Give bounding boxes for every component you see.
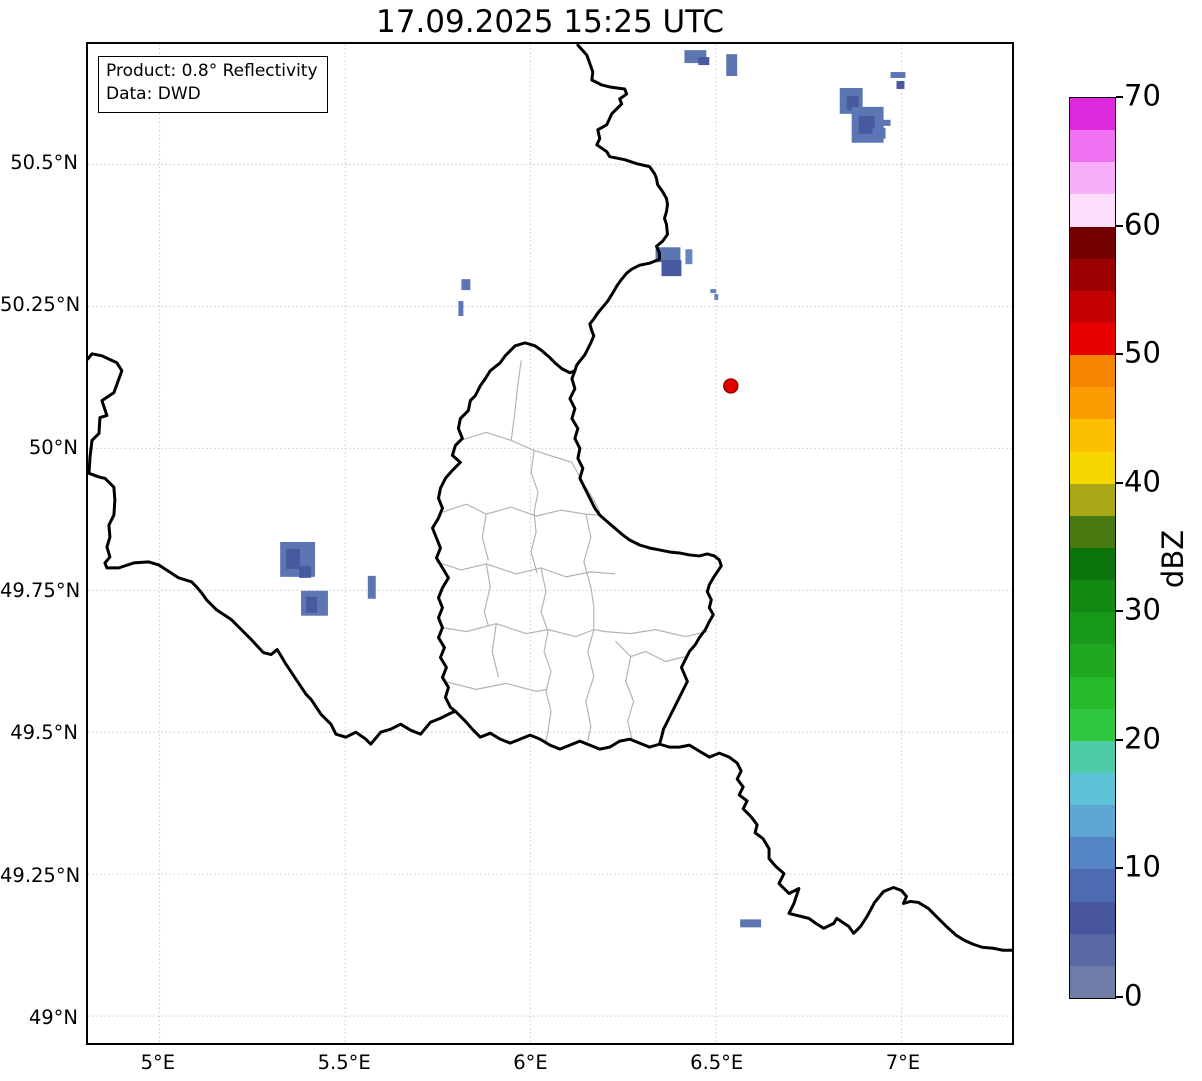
- colorbar-segment: [1070, 161, 1115, 195]
- colorbar-tick-mark: [1116, 481, 1123, 484]
- colorbar-segment: [1070, 547, 1115, 581]
- border-belgium-france: [88, 352, 457, 746]
- colorbar-segment: [1070, 193, 1115, 227]
- radar-echo: [740, 919, 762, 928]
- colorbar-tick-mark: [1116, 738, 1123, 741]
- radar-echo: [367, 575, 376, 599]
- graticule-gridlines: [88, 44, 1012, 1043]
- colorbar-segment: [1070, 483, 1115, 516]
- map-canvas: [88, 44, 1012, 1043]
- radar-echo-layer: [280, 50, 906, 928]
- ytick-label: 50.25°N: [0, 293, 81, 317]
- xtick-label: 5°E: [140, 1051, 176, 1074]
- colorbar-tick-mark: [1116, 996, 1123, 998]
- colorbar-segment: [1070, 129, 1115, 163]
- ytick-label: 50.5°N: [10, 150, 78, 174]
- ytick-label: 49°N: [28, 1006, 78, 1030]
- colorbar-segment: [1070, 258, 1115, 291]
- map-plot-area: Product: 0.8° Reflectivity Data: DWD: [86, 42, 1014, 1045]
- colorbar-segment: [1070, 740, 1115, 773]
- radar-echo: [299, 565, 312, 578]
- xtick-label: 5.5°E: [317, 1051, 371, 1074]
- radar-echo: [882, 119, 891, 126]
- border-france-germany: [658, 742, 1012, 952]
- xtick-label: 7°E: [885, 1051, 921, 1074]
- colorbar-segment: [1070, 451, 1115, 484]
- radar-echo: [458, 301, 464, 316]
- radar-echo: [710, 289, 717, 294]
- colorbar-tick-label: 20: [1124, 721, 1161, 756]
- radar-echo: [896, 81, 905, 89]
- radar-echo: [306, 596, 318, 613]
- ytick-label: 49.25°N: [0, 863, 81, 887]
- colorbar-segment: [1070, 643, 1115, 677]
- product-label: Product: 0.8° Reflectivity: [106, 61, 318, 81]
- ytick-label: 49.75°N: [0, 578, 81, 602]
- colorbar-segment: [1070, 386, 1115, 420]
- radar-echo: [890, 72, 906, 79]
- colorbar-tick-label: 40: [1124, 464, 1161, 499]
- colorbar-segment: [1070, 515, 1115, 548]
- colorbar-tick-label: 0: [1124, 978, 1143, 1013]
- plot-title: 17.09.2025 15:25 UTC: [376, 4, 724, 40]
- colorbar-segment: [1070, 868, 1115, 902]
- colorbar-tick-label: 70: [1124, 78, 1161, 113]
- colorbar-unit-label: dBZ: [1156, 529, 1190, 589]
- colorbar-segment: [1070, 676, 1115, 709]
- colorbar-segment: [1070, 97, 1115, 131]
- reflectivity-colorbar: [1069, 97, 1116, 999]
- colorbar-segment: [1070, 965, 1115, 998]
- colorbar-segment: [1070, 226, 1115, 259]
- colorbar-segment: [1070, 354, 1115, 388]
- colorbar-segment: [1070, 290, 1115, 323]
- radar-echo: [858, 115, 875, 134]
- country-borders: [88, 44, 1012, 952]
- colorbar-segment: [1070, 322, 1115, 356]
- colorbar-segment: [1070, 836, 1115, 870]
- border-belgium-germany: [573, 44, 669, 373]
- colorbar-tick-label: 30: [1124, 592, 1161, 627]
- radar-figure: 17.09.2025 15:25 UTC Product: 0.8° Refle…: [0, 0, 1202, 1081]
- colorbar-segment: [1070, 901, 1115, 934]
- radar-echo: [661, 260, 682, 277]
- colorbar-segment: [1070, 579, 1115, 613]
- border-luxembourg: [431, 341, 723, 751]
- colorbar-segment: [1070, 772, 1115, 806]
- data-source-label: Data: DWD: [106, 84, 201, 105]
- colorbar-tick-mark: [1116, 353, 1123, 356]
- colorbar-tick-mark: [1116, 224, 1123, 227]
- radar-echo: [286, 548, 301, 569]
- ytick-label: 49.5°N: [10, 721, 78, 745]
- colorbar-tick-label: 60: [1124, 207, 1161, 242]
- colorbar-tick-label: 10: [1124, 850, 1161, 885]
- radar-echo: [726, 54, 738, 77]
- radar-echo: [714, 294, 719, 301]
- colorbar-segment: [1070, 933, 1115, 966]
- radar-echo: [698, 57, 710, 66]
- xtick-label: 6°E: [513, 1051, 548, 1074]
- colorbar-tick-mark: [1116, 867, 1123, 870]
- radar-echo: [685, 249, 693, 265]
- colorbar-tick-mark: [1116, 96, 1123, 98]
- radar-site-marker: [723, 378, 739, 394]
- colorbar-segment: [1070, 611, 1115, 645]
- ytick-label: 50°N: [28, 435, 78, 459]
- colorbar-tick-label: 50: [1124, 335, 1161, 370]
- xtick-label: 6.5°E: [690, 1051, 744, 1074]
- colorbar-segment: [1070, 708, 1115, 741]
- radar-echo: [872, 127, 886, 139]
- colorbar-tick-mark: [1116, 610, 1123, 613]
- colorbar-segment: [1070, 804, 1115, 838]
- colorbar-segment: [1070, 418, 1115, 452]
- product-info-box: Product: 0.8° Reflectivity Data: DWD: [98, 56, 328, 113]
- radar-echo: [461, 279, 471, 291]
